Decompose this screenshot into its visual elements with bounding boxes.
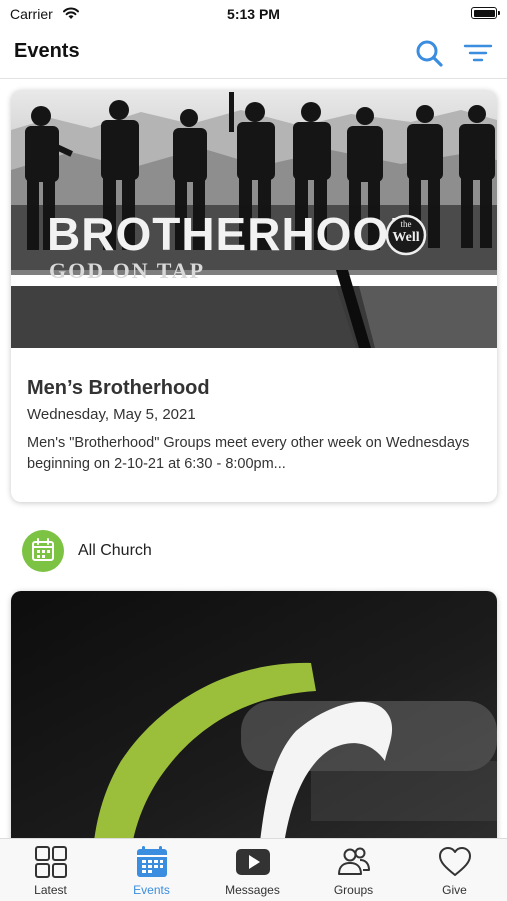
people-icon: [338, 847, 370, 875]
event-title: Men’s Brotherhood: [27, 377, 210, 399]
calendar-icon: [137, 846, 167, 877]
tab-bar: Latest Events Messages Groups Give: [0, 838, 507, 901]
tab-give[interactable]: Give: [404, 839, 505, 901]
logo-text-main: Well: [392, 230, 419, 245]
play-icon: [236, 849, 270, 875]
category-header[interactable]: All Church: [22, 530, 322, 572]
tab-label: Events: [133, 883, 170, 897]
search-icon[interactable]: [412, 36, 446, 70]
grid-icon: [35, 846, 67, 878]
category-calendar-icon: [22, 530, 64, 572]
tab-label: Give: [442, 883, 467, 897]
page-title: Events: [14, 40, 80, 62]
heart-icon: [439, 847, 471, 876]
tab-latest[interactable]: Latest: [0, 839, 101, 901]
event-card-body: Men’s Brotherhood Wednesday, May 5, 2021…: [11, 353, 497, 489]
tab-groups[interactable]: Groups: [303, 839, 404, 901]
church-logo: the Well: [385, 214, 427, 256]
tab-label: Groups: [333, 883, 374, 897]
event-card[interactable]: BROTHERHOOD GOD ON TAP the Well Men’s Br…: [11, 90, 497, 502]
nav-bar: Events: [0, 28, 507, 79]
event-date: Wednesday, May 5, 2021: [27, 406, 196, 423]
event-image: BROTHERHOOD GOD ON TAP the Well: [11, 90, 497, 348]
tab-messages[interactable]: Messages: [202, 839, 303, 901]
category-label: All Church: [78, 542, 152, 559]
status-time: 5:13 PM: [227, 6, 280, 22]
event-description: Men's "Brotherhood" Groups meet every ot…: [27, 435, 470, 472]
battery-icon: [471, 7, 500, 19]
logo-text-top: the: [401, 219, 412, 229]
event-card[interactable]: [11, 591, 497, 851]
filter-icon[interactable]: [461, 38, 495, 68]
image-subheadline: GOD ON TAP: [49, 258, 205, 283]
status-bar: Carrier 5:13 PM: [0, 0, 507, 28]
tab-events[interactable]: Events: [101, 839, 202, 901]
tab-label: Latest: [34, 883, 67, 897]
tab-label: Messages: [225, 883, 280, 897]
event-image: [11, 591, 497, 851]
image-headline: BROTHERHOOD: [47, 208, 423, 260]
